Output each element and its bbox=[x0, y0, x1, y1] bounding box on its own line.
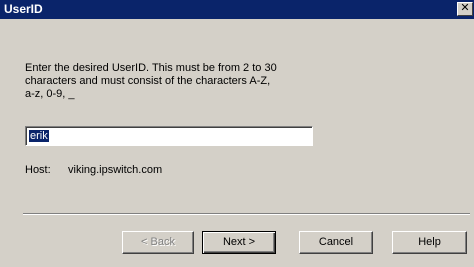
separator bbox=[23, 213, 470, 215]
window-title: UserID bbox=[4, 2, 43, 16]
instructions-line-1: Enter the desired UserID. This must be f… bbox=[25, 62, 277, 74]
userid-value: erik bbox=[29, 130, 49, 142]
userid-input[interactable]: erik bbox=[25, 126, 313, 146]
back-button[interactable]: < Back bbox=[122, 231, 194, 254]
host-label: Host: bbox=[25, 164, 51, 176]
next-button[interactable]: Next > bbox=[202, 231, 276, 254]
host-value: viking.ipswitch.com bbox=[68, 164, 163, 176]
instructions-text: Enter the desired UserID. This must be f… bbox=[25, 62, 315, 101]
title-bar: UserID ✕ bbox=[0, 0, 474, 19]
close-button[interactable]: ✕ bbox=[457, 2, 473, 16]
close-icon: ✕ bbox=[460, 2, 470, 14]
cancel-button[interactable]: Cancel bbox=[299, 231, 373, 254]
instructions-line-2: characters and must consist of the chara… bbox=[25, 75, 271, 87]
instructions-line-3: a-z, 0-9, _ bbox=[25, 88, 75, 100]
help-button[interactable]: Help bbox=[392, 231, 467, 254]
